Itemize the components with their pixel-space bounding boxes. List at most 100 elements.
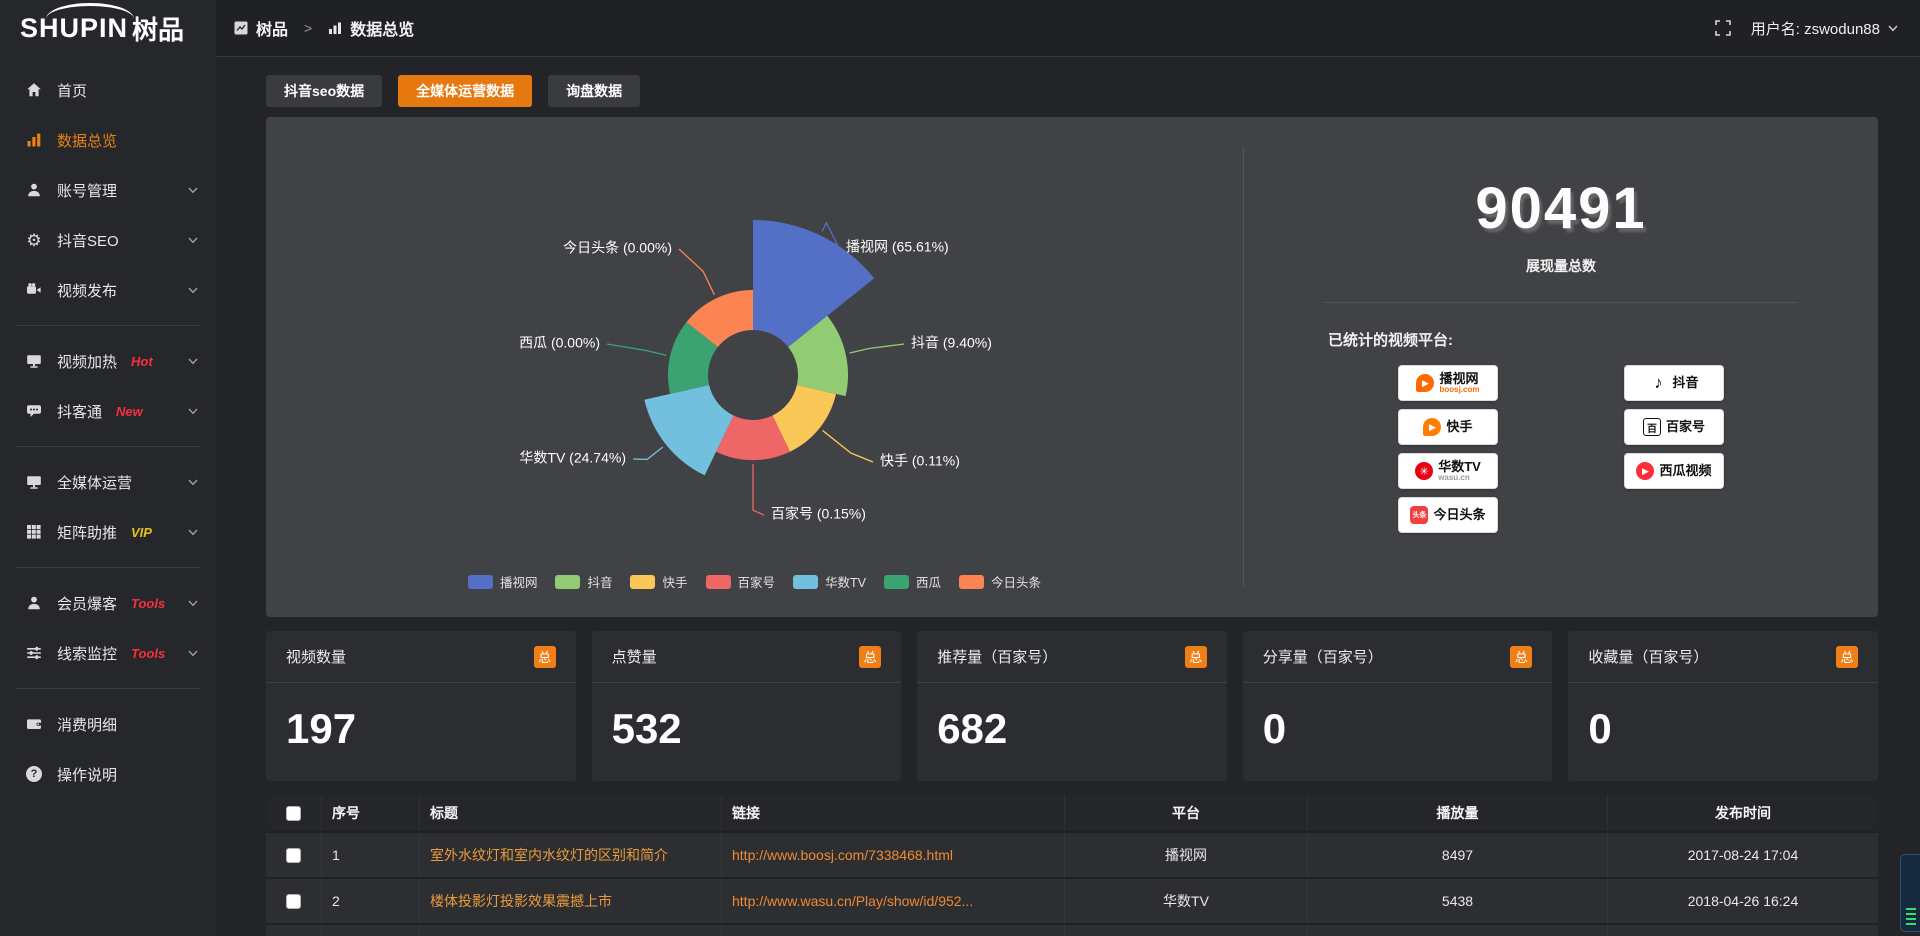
platforms-label: 已统计的视频平台:: [1328, 329, 1878, 350]
baijiahao-logo-icon: 百: [1643, 418, 1661, 436]
video-url-link[interactable]: http://www.boosj.com/7338468.html: [732, 847, 953, 863]
sidebar-item-label: 视频加热: [57, 351, 117, 372]
pie-chart-section: 播视网 (65.61%)抖音 (9.40%)快手 (0.11%)百家号 (0.1…: [266, 117, 1243, 617]
col-header-index: 序号: [322, 795, 420, 831]
app-square-icon: [234, 21, 248, 35]
total-impressions-label: 展现量总数: [1244, 256, 1878, 276]
legend-color-chip: [959, 575, 984, 589]
logo[interactable]: SHUPIN 树品: [0, 0, 216, 57]
total-impressions-value: 90491: [1244, 175, 1878, 242]
total-badge: 总: [859, 646, 881, 668]
sidebar-item-操作说明[interactable]: ?操作说明: [0, 749, 216, 799]
legend-color-chip: [555, 575, 580, 589]
platform-subtext: boosj.com: [1439, 386, 1479, 394]
sidebar-item-label: 首页: [57, 80, 87, 101]
sidebar-item-badge: Hot: [131, 354, 153, 369]
sidebar-item-视频发布[interactable]: 视频发布: [0, 265, 216, 315]
svg-text:百家号 (0.15%): 百家号 (0.15%): [771, 506, 866, 522]
svg-text:今日头条 (0.00%): 今日头条 (0.00%): [563, 240, 672, 256]
row-checkbox[interactable]: [286, 894, 301, 909]
sidebar-item-label: 操作说明: [57, 764, 117, 785]
sidebar-item-抖音SEO[interactable]: ⚙抖音SEO: [0, 215, 216, 265]
stat-card-value: 197: [266, 683, 576, 753]
chevron-down-icon: [188, 650, 198, 657]
cell-platform: 播视网: [1065, 833, 1308, 877]
select-all-checkbox[interactable]: [286, 806, 301, 821]
sidebar-item-会员爆客[interactable]: 会员爆客Tools: [0, 578, 216, 628]
table-row: 2 楼体投影灯投影效果震撼上市 http://www.wasu.cn/Play/…: [266, 879, 1878, 925]
stat-card-value: 0: [1243, 683, 1553, 753]
sidebar-item-账号管理[interactable]: 账号管理: [0, 165, 216, 215]
tab-询盘数据[interactable]: 询盘数据: [548, 75, 640, 107]
platform-badge-华数TV: ✳华数TVwasu.cn: [1399, 454, 1497, 488]
sidebar-item-badge: New: [116, 404, 143, 419]
legend-item-快手[interactable]: 快手: [630, 572, 687, 591]
legend-label: 抖音: [587, 572, 612, 591]
legend-item-今日头条[interactable]: 今日头条: [959, 572, 1041, 591]
sidebar-item-数据总览[interactable]: 数据总览: [0, 115, 216, 165]
rose-pie-chart: 播视网 (65.61%)抖音 (9.40%)快手 (0.11%)百家号 (0.1…: [266, 117, 1243, 617]
video-url-link[interactable]: http://www.wasu.cn/Play/show/id/952...: [732, 893, 973, 909]
music-note-icon: ♪: [1649, 374, 1667, 392]
platform-badges: ▶播视网boosj.com▶快手✳华数TVwasu.cn头条今日头条♪抖音百百家…: [1244, 366, 1878, 532]
monitor-icon: [24, 474, 44, 490]
sidebar-item-label: 消费明细: [57, 714, 117, 735]
user-icon: [24, 595, 44, 611]
chevron-down-icon: [1888, 25, 1898, 32]
sliders-icon: [24, 645, 44, 661]
cell-platform: 华数TV: [1065, 879, 1308, 923]
app-root: SHUPIN 树品 首页数据总览账号管理⚙抖音SEO 视频发布视频加热 Hot 抖客通…: [0, 0, 1920, 936]
stat-card-收藏量（百家号）: 收藏量（百家号）总0: [1568, 631, 1878, 781]
svg-text:西瓜 (0.00%): 西瓜 (0.00%): [519, 335, 600, 351]
home-icon: [24, 82, 44, 98]
summary-section: 90491 展现量总数 已统计的视频平台: ▶播视网boosj.com▶快手✳华…: [1244, 117, 1878, 617]
col-header-link: 链接: [722, 795, 1065, 831]
tab-全媒体运营数据[interactable]: 全媒体运营数据: [398, 75, 532, 107]
sidebar-item-视频加热[interactable]: 视频加热 Hot: [0, 336, 216, 386]
fullscreen-icon[interactable]: [1715, 20, 1731, 36]
chevron-down-icon: [188, 187, 198, 194]
user-menu[interactable]: 用户名: zswodun88: [1751, 18, 1898, 39]
sidebar-item-消费明细[interactable]: 消费明细: [0, 699, 216, 749]
sidebar-item-label: 线索监控: [57, 643, 117, 664]
sidebar-item-label: 全媒体运营: [57, 472, 132, 493]
stat-card-label: 收藏量（百家号）: [1588, 646, 1708, 667]
svg-text:快手 (0.11%): 快手 (0.11%): [880, 453, 960, 469]
legend-item-西瓜[interactable]: 西瓜: [884, 572, 941, 591]
logo-text-cn: 树品: [132, 10, 184, 47]
sidebar-item-label: 抖客通: [57, 401, 102, 422]
legend-item-抖音[interactable]: 抖音: [555, 572, 612, 591]
floating-contact-widget[interactable]: [1900, 854, 1920, 932]
sidebar-item-label: 数据总览: [57, 130, 117, 151]
platform-badge-百家号: 百百家号: [1625, 410, 1723, 444]
cell-time: 2017-08-24 17:04: [1608, 833, 1878, 877]
tab-抖音seo数据[interactable]: 抖音seo数据: [266, 75, 382, 107]
platform-name: 西瓜视频: [1659, 464, 1711, 478]
sidebar-item-badge: Tools: [131, 646, 165, 661]
platform-badge-抖音: ♪抖音: [1625, 366, 1723, 400]
table-header-row: 序号 标题 链接 平台 播放量 发布时间: [266, 795, 1878, 833]
topbar: 树品 > 数据总览 用户名: zswodun88: [216, 0, 1920, 57]
sidebar-item-全媒体运营[interactable]: 全媒体运营: [0, 457, 216, 507]
sidebar-item-线索监控[interactable]: 线索监控 Tools: [0, 628, 216, 678]
legend-item-播视网[interactable]: 播视网: [468, 572, 538, 591]
bar-chart-icon: [328, 21, 342, 35]
row-checkbox[interactable]: [286, 848, 301, 863]
table-row-partial: [266, 925, 1878, 936]
breadcrumb-root[interactable]: 树品: [256, 16, 288, 40]
sidebar-item-首页[interactable]: 首页: [0, 65, 216, 115]
play-icon: ▶: [1423, 418, 1441, 436]
chevron-down-icon: [188, 529, 198, 536]
legend-item-华数TV[interactable]: 华数TV: [793, 572, 866, 591]
sidebar-item-矩阵助推[interactable]: 矩阵助推VIP: [0, 507, 216, 557]
video-title-link[interactable]: 楼体投影灯投影效果震撼上市: [430, 891, 612, 911]
legend-color-chip: [884, 575, 909, 589]
menu-divider: [16, 325, 200, 326]
sidebar-item-label: 视频发布: [57, 280, 117, 301]
stat-card-视频数量: 视频数量总197: [266, 631, 576, 781]
table-row: 1 室外水纹灯和室内水纹灯的区别和简介 http://www.boosj.com…: [266, 833, 1878, 879]
svg-text:播视网 (65.61%): 播视网 (65.61%): [846, 239, 949, 255]
legend-item-百家号[interactable]: 百家号: [706, 572, 776, 591]
video-title-link[interactable]: 室外水纹灯和室内水纹灯的区别和简介: [430, 845, 668, 865]
sidebar-item-抖客通[interactable]: 抖客通 New: [0, 386, 216, 436]
